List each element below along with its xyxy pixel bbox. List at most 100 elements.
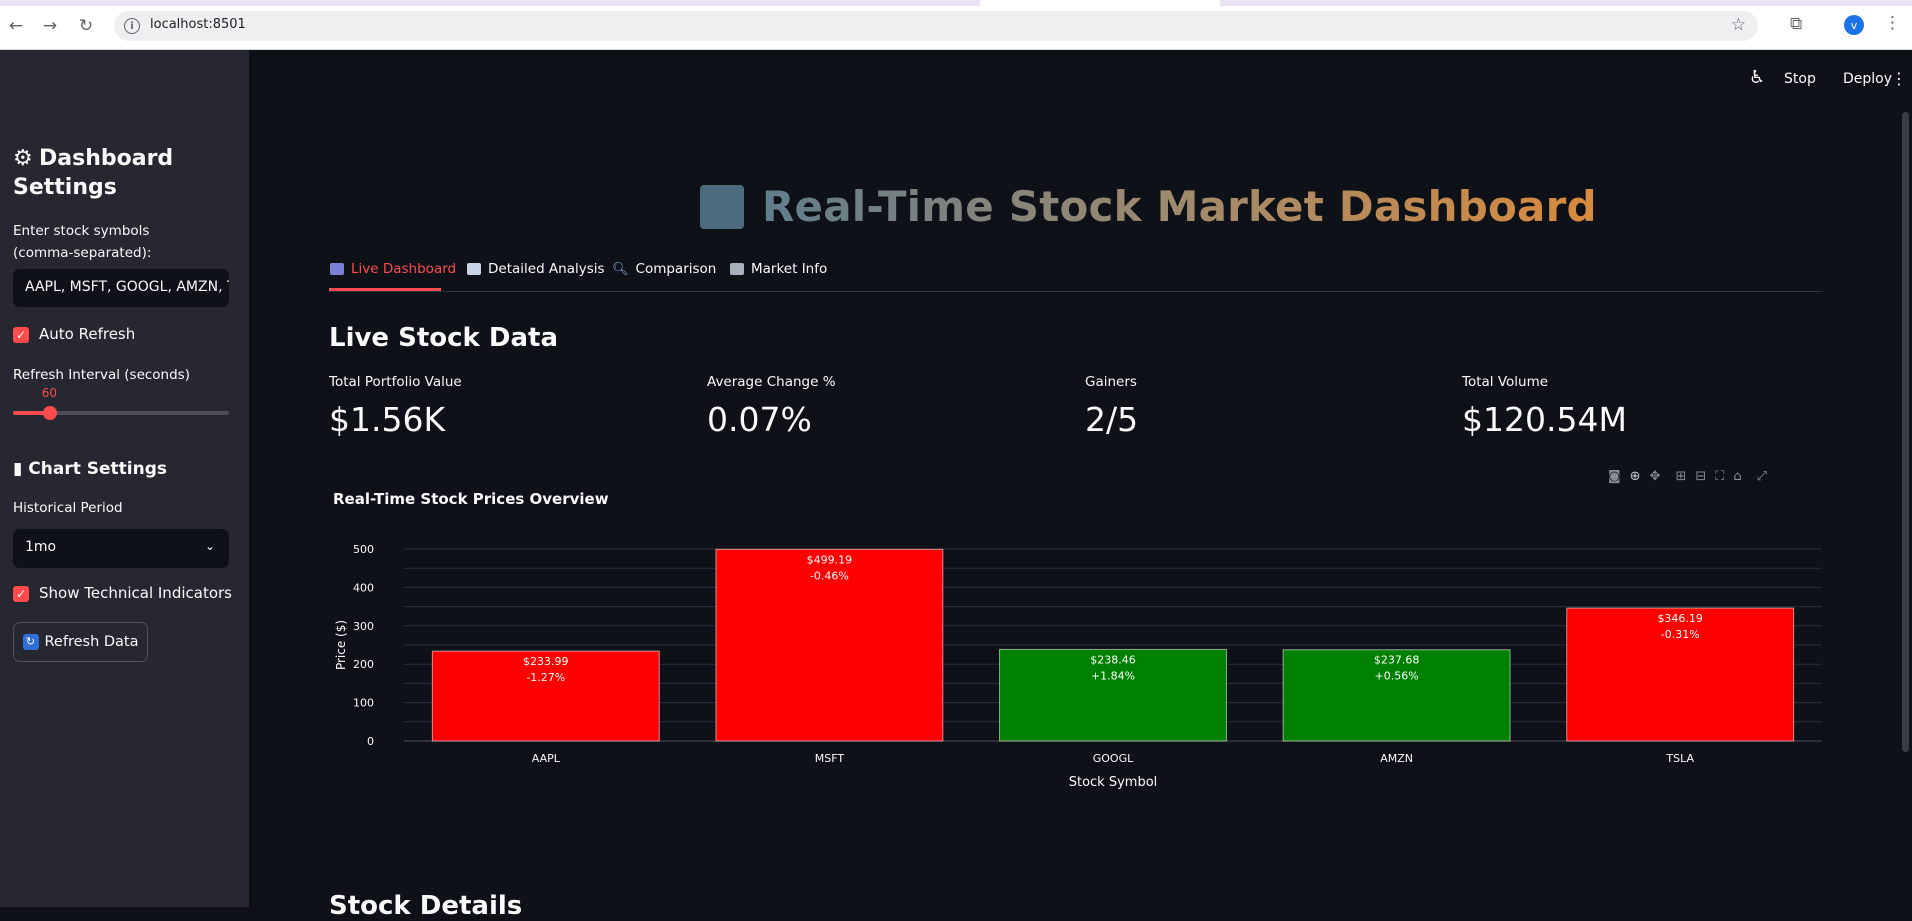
- zoom-in-icon[interactable]: ⊞: [1675, 469, 1686, 484]
- tab-bar: Live Dashboard Detailed Analysis 🔍︎ Comp…: [329, 256, 1823, 292]
- y-tick-label: 400: [353, 581, 374, 594]
- bookmark-star-icon[interactable]: ☆: [1731, 15, 1746, 35]
- tab-comparison[interactable]: 🔍︎ Comparison: [612, 261, 716, 277]
- page-title-text: Real-Time Stock Market Dashboard: [762, 182, 1597, 231]
- y-axis-label: Price ($): [334, 620, 348, 670]
- address-bar[interactable]: i localhost:8501 ☆: [114, 11, 1758, 41]
- pan-icon[interactable]: ✥: [1650, 469, 1661, 484]
- active-browser-tab[interactable]: [980, 0, 1220, 6]
- live-stock-heading: Live Stock Data: [329, 323, 558, 353]
- tab-label: Detailed Analysis: [488, 261, 605, 277]
- sidebar: ⚙ Dashboard Settings Enter stock symbols …: [0, 50, 249, 907]
- refresh-data-button[interactable]: ↻ Refresh Data: [13, 622, 148, 662]
- bar-price-label: $238.46: [1090, 653, 1136, 666]
- app-menu-icon[interactable]: ⋮: [1891, 69, 1907, 88]
- profile-avatar[interactable]: v: [1844, 15, 1864, 35]
- tab-market-info[interactable]: Market Info: [730, 261, 827, 277]
- magnifier-icon: 🔍︎: [612, 261, 629, 277]
- chart-settings-title: ▮ Chart Settings: [13, 459, 167, 479]
- autoscale-icon[interactable]: ⛶: [1715, 469, 1724, 484]
- chart-emoji-icon: [700, 184, 744, 229]
- slider-thumb[interactable]: [42, 406, 57, 420]
- x-tick-label: GOOGL: [1093, 752, 1134, 765]
- active-tab-indicator: [329, 288, 441, 291]
- technical-indicators-checkbox[interactable]: ✓: [13, 586, 29, 602]
- tab-live-dashboard[interactable]: Live Dashboard: [330, 261, 456, 277]
- y-tick-label: 200: [353, 658, 374, 671]
- main-content: ♿ Stop Deploy ⋮ Real-Time Stock Market D…: [249, 50, 1912, 921]
- x-tick-label: MSFT: [815, 752, 845, 765]
- url-text: localhost:8501: [150, 17, 246, 32]
- y-tick-label: 100: [353, 697, 374, 710]
- chevron-down-icon: ⌄: [204, 539, 215, 553]
- newspaper-icon: [730, 263, 744, 275]
- auto-refresh-checkbox[interactable]: ✓: [13, 327, 29, 343]
- bar-price-label: $233.99: [523, 655, 569, 668]
- x-tick-label: AMZN: [1380, 752, 1413, 765]
- tab-label: Market Info: [751, 261, 828, 277]
- refresh-icon: ↻: [22, 634, 39, 650]
- bar-change-label: -1.27%: [526, 671, 565, 684]
- chart-settings-text: Chart Settings: [28, 459, 168, 479]
- scrollbar[interactable]: [1902, 112, 1909, 752]
- tab-detailed-analysis[interactable]: Detailed Analysis: [467, 261, 605, 277]
- extensions-icon[interactable]: ⧉: [1790, 14, 1802, 34]
- bar-chart-icon: ▮: [13, 459, 23, 479]
- metric-label: Total Volume: [1462, 374, 1549, 390]
- site-info-icon[interactable]: i: [124, 18, 140, 34]
- tab-strip: [0, 0, 1912, 6]
- bar-price-label: $499.19: [807, 553, 853, 566]
- bar-chart-icon: [330, 263, 344, 275]
- metric-value: 0.07%: [707, 400, 812, 439]
- forward-icon[interactable]: →: [38, 14, 62, 38]
- stop-button[interactable]: Stop: [1784, 71, 1816, 87]
- metric-value: 2/5: [1085, 400, 1139, 439]
- x-tick-label: TSLA: [1665, 752, 1694, 765]
- metric-value: $120.54M: [1462, 400, 1627, 439]
- stock-price-chart: Real-Time Stock Prices Overview 0 100 200 3…: [329, 490, 1829, 890]
- historical-period-select[interactable]: 1mo ⌄: [13, 529, 229, 568]
- technical-indicators-label: Show Technical Indicators: [39, 584, 232, 602]
- symbols-label: Enter stock symbols (comma-separated):: [13, 223, 152, 261]
- zoom-out-icon[interactable]: ⊟: [1695, 469, 1706, 484]
- page-title: Real-Time Stock Market Dashboard: [700, 182, 1597, 231]
- tab-label: Live Dashboard: [351, 261, 457, 277]
- bar-change-label: +0.56%: [1375, 670, 1419, 683]
- x-axis-label: Stock Symbol: [1069, 775, 1158, 790]
- metric-label: Average Change %: [707, 374, 836, 390]
- accessibility-icon[interactable]: ♿: [1749, 67, 1765, 88]
- auto-refresh-label: Auto Refresh: [39, 325, 136, 343]
- camera-icon[interactable]: ◙: [1608, 469, 1621, 484]
- bar-change-label: -0.46%: [810, 569, 849, 582]
- refresh-data-label: Refresh Data: [44, 634, 139, 650]
- trend-chart-icon: [467, 263, 481, 275]
- tab-label: Comparison: [635, 261, 717, 277]
- bar-change-label: -0.31%: [1661, 628, 1700, 641]
- metric-label: Total Portfolio Value: [329, 374, 462, 390]
- metric-total-volume: Total Volume $120.54M: [1462, 374, 1792, 439]
- app-toolbar: ♿ Stop Deploy ⋮: [1692, 50, 1912, 110]
- fullscreen-icon[interactable]: ⤢: [1757, 469, 1767, 484]
- y-tick-label: 500: [353, 543, 374, 556]
- reload-icon[interactable]: ↻: [74, 14, 98, 38]
- deploy-button[interactable]: Deploy: [1843, 71, 1892, 87]
- metric-average-change: Average Change % 0.07%: [707, 374, 1037, 439]
- chart-svg: 0 100 200 300 400 500 Price ($) $233.99 -1.27% AA…: [334, 543, 1822, 790]
- reset-axes-icon[interactable]: ⌂: [1733, 469, 1741, 484]
- zoom-icon[interactable]: ⊕: [1630, 469, 1641, 484]
- metric-gainers: Gainers 2/5: [1085, 374, 1415, 439]
- historical-period-value: 1mo: [25, 539, 57, 555]
- metric-portfolio-value: Total Portfolio Value $1.56K: [329, 374, 659, 439]
- sidebar-title: ⚙ Dashboard Settings: [13, 144, 233, 202]
- symbols-input[interactable]: AAPL, MSFT, GOOGL, AMZN, TSLA: [13, 269, 229, 307]
- gear-icon: ⚙: [13, 146, 33, 171]
- bar-price-label: $237.68: [1374, 654, 1420, 667]
- y-tick-label: 300: [353, 620, 374, 633]
- bar-price-label: $346.19: [1657, 612, 1703, 625]
- stock-details-heading: Stock Details: [329, 891, 523, 921]
- metric-label: Gainers: [1085, 374, 1137, 390]
- chart-modebar: ◙ ⊕ ✥ ⊞ ⊟ ⛶ ⌂ ⤢: [1608, 469, 1767, 484]
- back-icon[interactable]: ←: [4, 14, 28, 38]
- historical-period-label: Historical Period: [13, 500, 123, 516]
- browser-menu-icon[interactable]: ⋮: [1884, 13, 1901, 33]
